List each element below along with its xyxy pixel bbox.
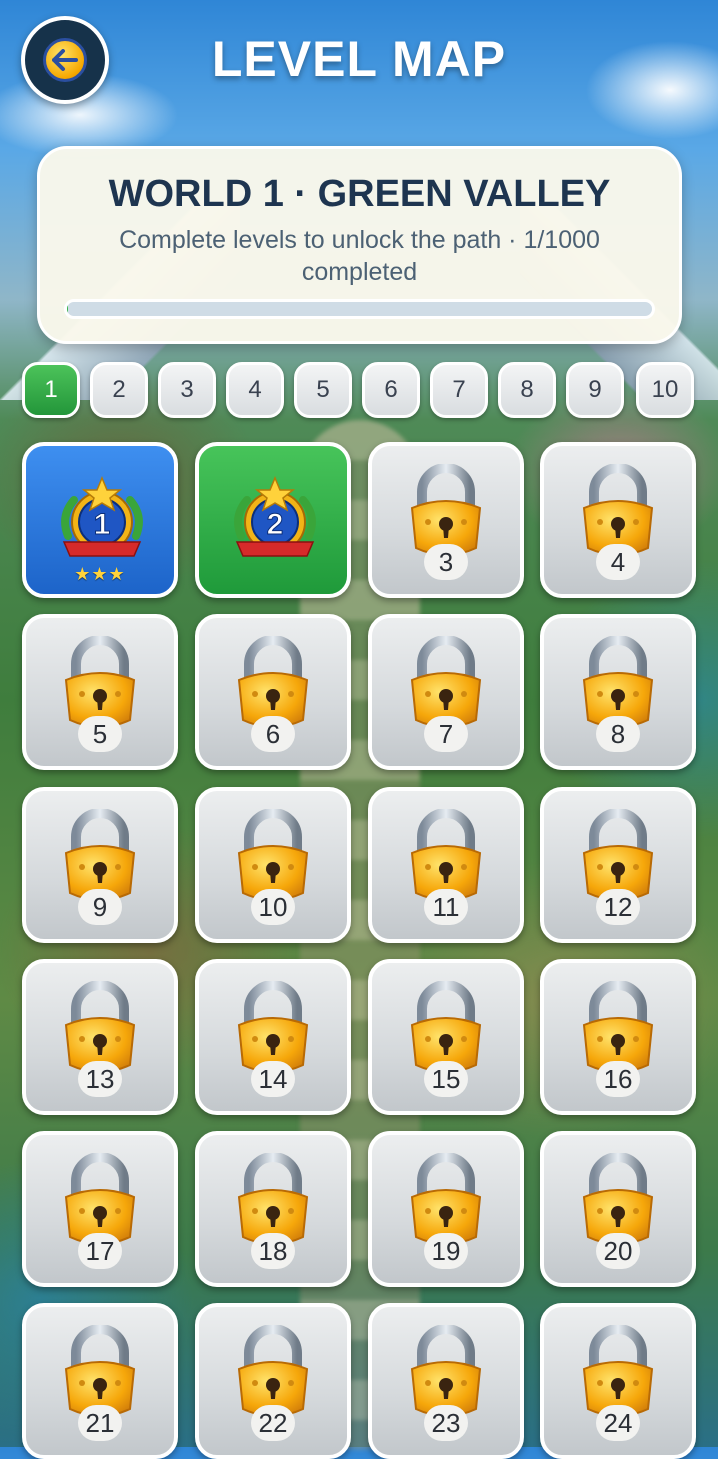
- level-tile-8[interactable]: 8: [540, 614, 696, 770]
- level-tile-19[interactable]: 19: [368, 1131, 524, 1287]
- level-tile-22[interactable]: 22: [195, 1303, 351, 1459]
- level-number: 3: [424, 544, 468, 580]
- svg-text:1: 1: [94, 508, 111, 541]
- level-stars: ★★★: [74, 564, 126, 584]
- level-number: 5: [78, 716, 122, 752]
- level-number: 11: [424, 889, 468, 925]
- level-tile-5[interactable]: 5: [22, 614, 178, 770]
- level-tile-6[interactable]: 6: [195, 614, 351, 770]
- level-number: 18: [251, 1233, 295, 1269]
- level-tile-4[interactable]: 4: [540, 442, 696, 598]
- level-tile-21[interactable]: 21: [22, 1303, 178, 1459]
- level-number: 15: [424, 1061, 468, 1097]
- level-tile-23[interactable]: 23: [368, 1303, 524, 1459]
- level-tile-7[interactable]: 7: [368, 614, 524, 770]
- level-medal-icon: 1: [54, 476, 150, 568]
- level-tile-24[interactable]: 24: [540, 1303, 696, 1459]
- level-number: 20: [596, 1233, 640, 1269]
- level-tile-2[interactable]: 2: [195, 442, 351, 598]
- level-tile-14[interactable]: 14: [195, 959, 351, 1115]
- level-number: 16: [596, 1061, 640, 1097]
- level-number: 22: [251, 1405, 295, 1441]
- svg-text:2: 2: [267, 508, 284, 541]
- level-tile-18[interactable]: 18: [195, 1131, 351, 1287]
- level-number: 13: [78, 1061, 122, 1097]
- level-number: 10: [251, 889, 295, 925]
- level-number: 9: [78, 889, 122, 925]
- level-tile-16[interactable]: 16: [540, 959, 696, 1115]
- level-tile-17[interactable]: 17: [22, 1131, 178, 1287]
- level-number: 17: [78, 1233, 122, 1269]
- level-number: 6: [251, 716, 295, 752]
- level-number: 24: [596, 1405, 640, 1441]
- level-number: 21: [78, 1405, 122, 1441]
- level-number: 4: [596, 544, 640, 580]
- level-number: 8: [596, 716, 640, 752]
- level-number: 7: [424, 716, 468, 752]
- level-number: 23: [424, 1405, 468, 1441]
- level-tile-12[interactable]: 12: [540, 787, 696, 943]
- level-tile-3[interactable]: 3: [368, 442, 524, 598]
- level-number: 14: [251, 1061, 295, 1097]
- level-tile-20[interactable]: 20: [540, 1131, 696, 1287]
- level-tile-9[interactable]: 9: [22, 787, 178, 943]
- level-tile-13[interactable]: 13: [22, 959, 178, 1115]
- level-number: 12: [596, 889, 640, 925]
- level-tile-10[interactable]: 10: [195, 787, 351, 943]
- level-medal-icon: 2: [227, 476, 323, 568]
- level-number: 19: [424, 1233, 468, 1269]
- level-tile-15[interactable]: 15: [368, 959, 524, 1115]
- level-tile-11[interactable]: 11: [368, 787, 524, 943]
- level-grid: 1 ★★★ 2 3 4 5 6 7 8 9 10 11 12 13 14 15 16 17 18 19 20 21 22 23…: [0, 0, 718, 1459]
- level-tile-1[interactable]: 1 ★★★: [22, 442, 178, 598]
